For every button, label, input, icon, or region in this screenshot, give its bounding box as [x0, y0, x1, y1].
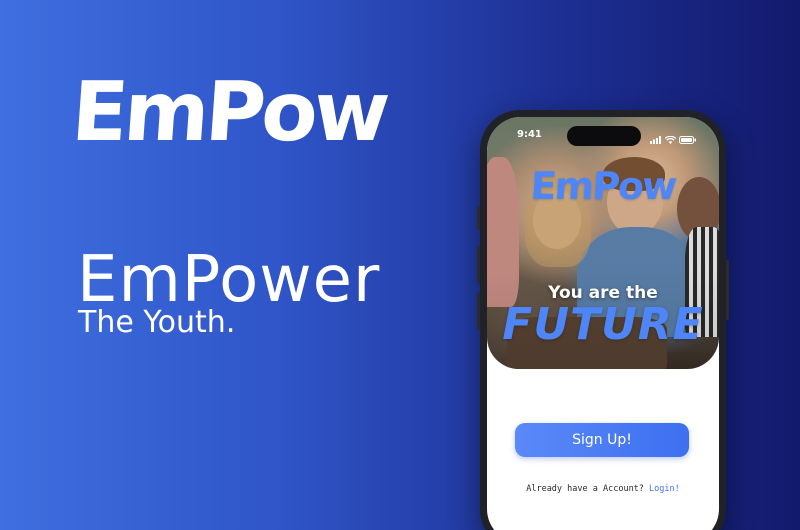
- status-time: 9:41: [517, 129, 542, 140]
- subheadline: The Youth.: [78, 305, 236, 340]
- tagline-emphasis: FUTURE: [502, 299, 704, 350]
- dynamic-island: [567, 126, 641, 146]
- status-bar: 9:41: [487, 117, 719, 149]
- battery-icon: [679, 129, 697, 148]
- app-logo: EmPow: [529, 164, 677, 208]
- login-link[interactable]: Login!: [649, 484, 680, 494]
- brand-logo: EmPow: [68, 65, 390, 160]
- phone-volume-up-button: [477, 246, 480, 284]
- status-icons: [650, 129, 697, 148]
- phone-screen: 9:41 EmPow You are the FUTURE Sign Up! A…: [487, 117, 719, 530]
- phone-side-button: [477, 206, 480, 230]
- headline: EmPower: [77, 243, 381, 317]
- hero-image: 9:41 EmPow You are the FUTURE: [487, 117, 719, 369]
- account-prompt-line: Already have a Account? Login!: [487, 484, 719, 494]
- signup-button[interactable]: Sign Up!: [515, 423, 689, 457]
- account-prompt: Already have a Account?: [526, 484, 644, 494]
- promo-canvas: EmPow EmPower The Youth. 9:41 EmPow You …: [0, 0, 800, 530]
- signal-icon: [650, 129, 662, 148]
- phone-mockup: 9:41 EmPow You are the FUTURE Sign Up! A…: [477, 110, 729, 530]
- phone-power-button: [726, 260, 729, 320]
- wifi-icon: [664, 129, 677, 148]
- phone-volume-down-button: [477, 292, 480, 330]
